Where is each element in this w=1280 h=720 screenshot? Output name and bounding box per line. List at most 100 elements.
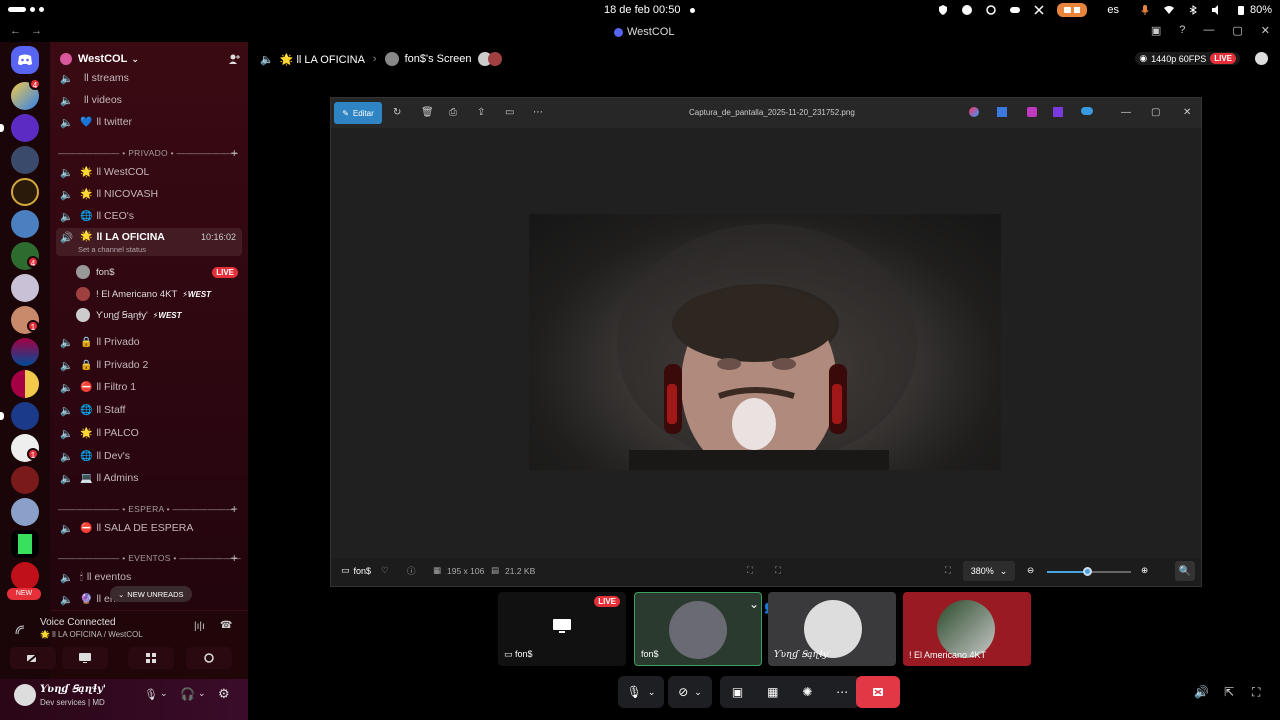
battery-indicator[interactable]: 80% <box>1235 4 1272 16</box>
zoom-slider-thumb[interactable] <box>1083 567 1093 576</box>
wifi-icon[interactable] <box>1163 4 1175 16</box>
server-icon[interactable] <box>11 530 39 558</box>
gamepad-icon[interactable] <box>1009 4 1021 16</box>
steam-icon[interactable] <box>961 4 973 16</box>
share-screen-button[interactable] <box>62 647 108 669</box>
category-privado[interactable]: ——————— • PRIVADO • ——————— + <box>58 146 242 160</box>
fullscreen-icon[interactable]: ⛶ <box>945 565 951 576</box>
window-maximize-icon[interactable]: ▢ <box>1151 107 1163 119</box>
add-channel-icon[interactable]: + <box>231 146 238 160</box>
server-icon[interactable] <box>11 402 39 430</box>
slideshow-icon[interactable]: ▭ <box>505 107 517 119</box>
server-icon[interactable] <box>11 146 39 174</box>
edit-button[interactable]: ✎ Editar <box>334 102 382 124</box>
stage-screen-name[interactable]: fon$'s Screen <box>405 53 472 65</box>
rotate-icon[interactable]: ↻ <box>393 107 405 119</box>
signal-icon[interactable] <box>14 624 26 636</box>
voice-member[interactable]: fon$ LIVE <box>76 263 242 281</box>
voice-status[interactable]: Voice Connected <box>40 617 116 628</box>
channel-item[interactable]: 🔈 ll streams <box>56 68 242 88</box>
focus-mode-icon[interactable]: ⛶ <box>775 565 781 576</box>
language-indicator[interactable]: es <box>1107 4 1119 16</box>
mute-button[interactable]: 🎙 ⌄ <box>618 676 664 708</box>
disconnect-call-icon[interactable]: ☎ <box>220 620 232 631</box>
soundboard-wave-icon[interactable]: |ı|ı <box>194 621 205 632</box>
channel-item[interactable]: 🔈 💙 ll twitter <box>56 112 242 132</box>
channel-item[interactable]: 🔈 🕯 ll eventos <box>56 567 242 587</box>
volume-icon[interactable] <box>1211 4 1223 16</box>
server-icon[interactable] <box>11 466 39 494</box>
channel-item[interactable]: 🔈 ll videos <box>56 90 242 110</box>
info-icon[interactable]: ⓘ <box>407 565 416 577</box>
activities-button[interactable] <box>128 647 174 669</box>
popout-icon[interactable]: ⇱ <box>1224 685 1234 699</box>
avatar[interactable] <box>14 684 36 706</box>
zoom-dropdown[interactable]: 380% ⌄ <box>963 561 1015 581</box>
server-icon[interactable] <box>11 178 39 206</box>
help-icon[interactable]: ? <box>1179 24 1185 37</box>
clock[interactable]: 18 de feb 00:50 <box>604 4 680 16</box>
disconnect-button[interactable] <box>856 676 900 708</box>
print-icon[interactable]: ⎙ <box>449 107 461 119</box>
new-badge[interactable]: NEW <box>7 588 41 600</box>
forward-arrow-icon[interactable]: → <box>31 25 42 37</box>
channel-item[interactable]: 🔈 ⛔ ll SALA DE ESPERA <box>56 518 242 538</box>
settings-gear-icon[interactable]: ⚙ <box>218 686 230 702</box>
stage-channel-name[interactable]: 🌟 ll LA OFICINA <box>280 53 365 66</box>
camera-button[interactable]: ⊘ ⌄ <box>668 676 712 708</box>
back-arrow-icon[interactable]: ← <box>10 25 21 37</box>
workspace-indicator[interactable] <box>8 7 44 12</box>
category-eventos[interactable]: ——————— • EVENTOS • ——————— + <box>58 551 242 565</box>
active-voice-channel[interactable]: 🔊 🌟 ll LA OFICINA 10:16:02 Set a channel… <box>56 228 242 256</box>
window-minimize-icon[interactable]: — <box>1121 107 1133 119</box>
channel-item[interactable]: 🔈 🌐 ll Dev's <box>56 446 242 466</box>
chevron-down-icon[interactable]: ⌄ <box>749 597 759 611</box>
close-button[interactable]: ✕ <box>1261 24 1270 37</box>
zoom-out-icon[interactable]: ⊖ <box>1027 565 1034 576</box>
designer-icon[interactable] <box>997 107 1007 117</box>
delete-icon[interactable]: 🗑 <box>421 107 434 119</box>
chat-bubble-icon[interactable] <box>1255 52 1268 65</box>
channel-item[interactable]: 🔈 🔒 ll Privado 2 <box>56 355 242 375</box>
category-espera[interactable]: ——————— • ESPERA • ——————— + <box>58 502 242 516</box>
channel-item[interactable]: 🔈 ⛔ ll Filtro 1 <box>56 377 242 397</box>
voice-member[interactable]: ! El Americano 4KT ⚡WEST <box>76 285 242 303</box>
server-icon[interactable] <box>11 338 39 366</box>
server-icon[interactable] <box>11 370 39 398</box>
recording-indicator[interactable] <box>1057 3 1088 17</box>
microphone-icon[interactable] <box>1139 4 1151 16</box>
favorite-icon[interactable]: ♡ <box>381 565 389 576</box>
magnify-button[interactable]: 🔍 <box>1175 561 1195 581</box>
participant-tile[interactable]: ! El Americano 4KT <box>903 592 1031 666</box>
chevron-down-icon[interactable]: ⌄ <box>160 688 168 699</box>
zoom-in-icon[interactable]: ⊕ <box>1141 565 1148 576</box>
sync-icon[interactable] <box>985 4 997 16</box>
maximize-button[interactable]: ▢ <box>1232 24 1242 37</box>
home-button[interactable] <box>11 46 39 74</box>
microphone-icon[interactable]: 🎙 <box>144 688 158 701</box>
add-member-icon[interactable] <box>228 53 240 65</box>
new-unreads-pill[interactable]: ⌄ NEW UNREADS <box>110 586 192 602</box>
server-icon[interactable] <box>11 562 39 590</box>
bluetooth-icon[interactable] <box>1187 4 1199 16</box>
channel-item[interactable]: 🔈 🌐 ll Staff <box>56 400 242 420</box>
channel-item[interactable]: 🔈 🌟 ll WestCOL <box>56 162 242 182</box>
channel-item[interactable]: 🔈 🌐 ll CEO's <box>56 206 242 226</box>
channel-status[interactable]: Set a channel status <box>78 245 146 254</box>
window-close-icon[interactable]: ✕ <box>1183 107 1195 119</box>
onedrive-icon[interactable] <box>1081 107 1093 115</box>
tools-icon[interactable] <box>1033 4 1045 16</box>
fullscreen-icon[interactable]: ⛶ <box>1252 685 1260 700</box>
shield-icon[interactable] <box>937 4 949 16</box>
fit-screen-icon[interactable]: ⛶ <box>747 565 753 576</box>
voice-location[interactable]: 🌟 ll LA OFICINA / WestCOL <box>40 630 143 639</box>
share-screen-button[interactable]: ▣ ▦ ✺ ⋯ <box>720 676 860 708</box>
add-channel-icon[interactable]: + <box>231 551 238 565</box>
server-icon[interactable] <box>11 498 39 526</box>
server-icon[interactable] <box>11 210 39 238</box>
zoom-slider[interactable] <box>1047 567 1131 576</box>
channel-item[interactable]: 🔈 🌟 ll NICOVASH <box>56 184 242 204</box>
volume-icon[interactable]: 🔊 <box>1194 685 1209 699</box>
participant-tile[interactable]: fon$ ⌄ <box>634 592 762 666</box>
channel-item[interactable]: 🔈 🔒 ll Privado <box>56 332 242 352</box>
